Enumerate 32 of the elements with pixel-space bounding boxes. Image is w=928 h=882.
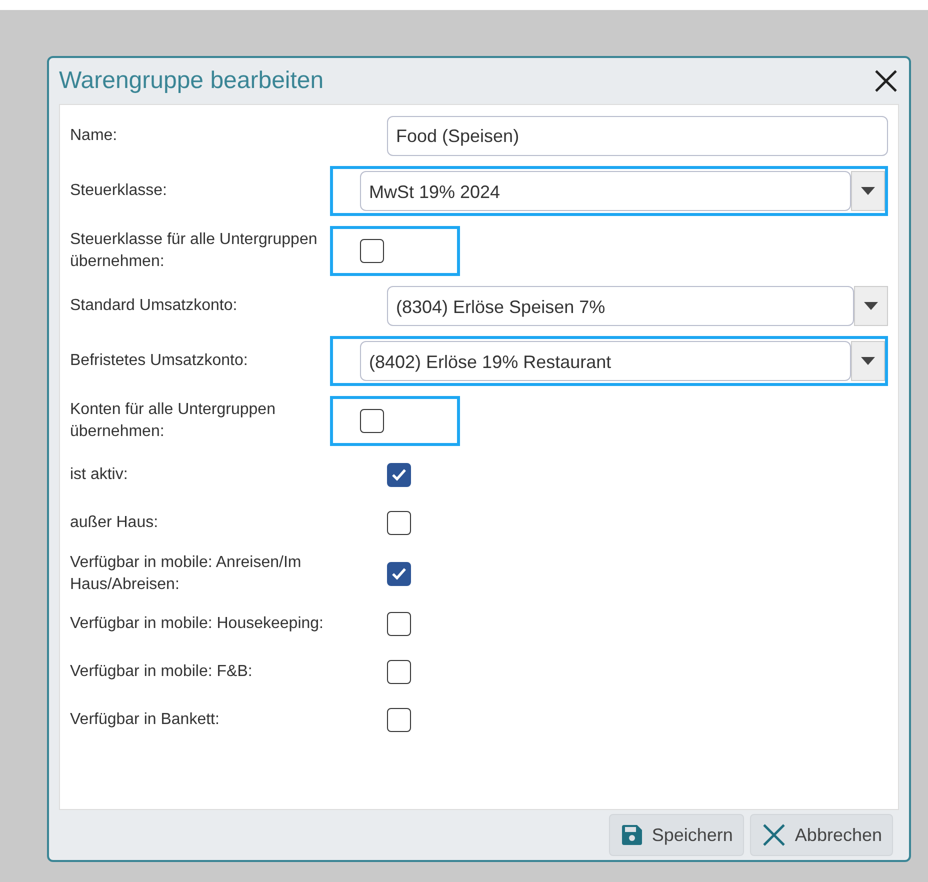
- field-label: Verfügbar in mobile: Housekeeping:: [70, 614, 324, 634]
- checkbox[interactable]: [387, 612, 411, 636]
- dialog-title: Warengruppe bearbeiten: [59, 66, 324, 96]
- checkbox[interactable]: [387, 562, 411, 586]
- checkbox[interactable]: [387, 708, 411, 732]
- field-label: Steuerklasse für alle Untergruppen übernehmen:: [70, 230, 318, 272]
- caret-icon: [864, 302, 878, 310]
- field-label: Standard Umsatzkonto:: [70, 296, 238, 316]
- field-label: Verfügbar in Bankett:: [70, 710, 220, 730]
- text-field[interactable]: Food (Speisen): [387, 116, 888, 156]
- close-icon: [760, 822, 787, 848]
- caret-icon: [861, 187, 875, 195]
- cancel-button[interactable]: Abbrechen: [750, 814, 893, 856]
- close-icon: [873, 68, 899, 94]
- checkbox[interactable]: [387, 463, 411, 487]
- caret-icon: [861, 357, 875, 365]
- checkbox[interactable]: [387, 660, 411, 684]
- field-label: außer Haus:: [70, 513, 160, 534]
- field-label: Name:: [70, 126, 118, 146]
- field-label: Befristetes Umsatzkonto:: [70, 351, 249, 372]
- checkbox[interactable]: [360, 409, 384, 433]
- checkmark-icon: [391, 566, 407, 581]
- save-button[interactable]: Speichern: [608, 814, 744, 856]
- field-label: Konten für alle Untergruppen übernehmen:: [70, 400, 276, 442]
- field-label: ist aktiv:: [70, 465, 129, 486]
- checkmark-icon: [391, 468, 407, 482]
- checkbox[interactable]: [360, 239, 384, 263]
- close-button[interactable]: [873, 68, 899, 94]
- field-label: Verfügbar in mobile: Anreisen/Im Haus/Abreisen:: [70, 553, 302, 595]
- field-label: Steuerklasse:: [70, 181, 168, 202]
- checkbox[interactable]: [387, 511, 411, 535]
- field-label: Verfügbar in mobile: F&B:: [70, 662, 254, 682]
